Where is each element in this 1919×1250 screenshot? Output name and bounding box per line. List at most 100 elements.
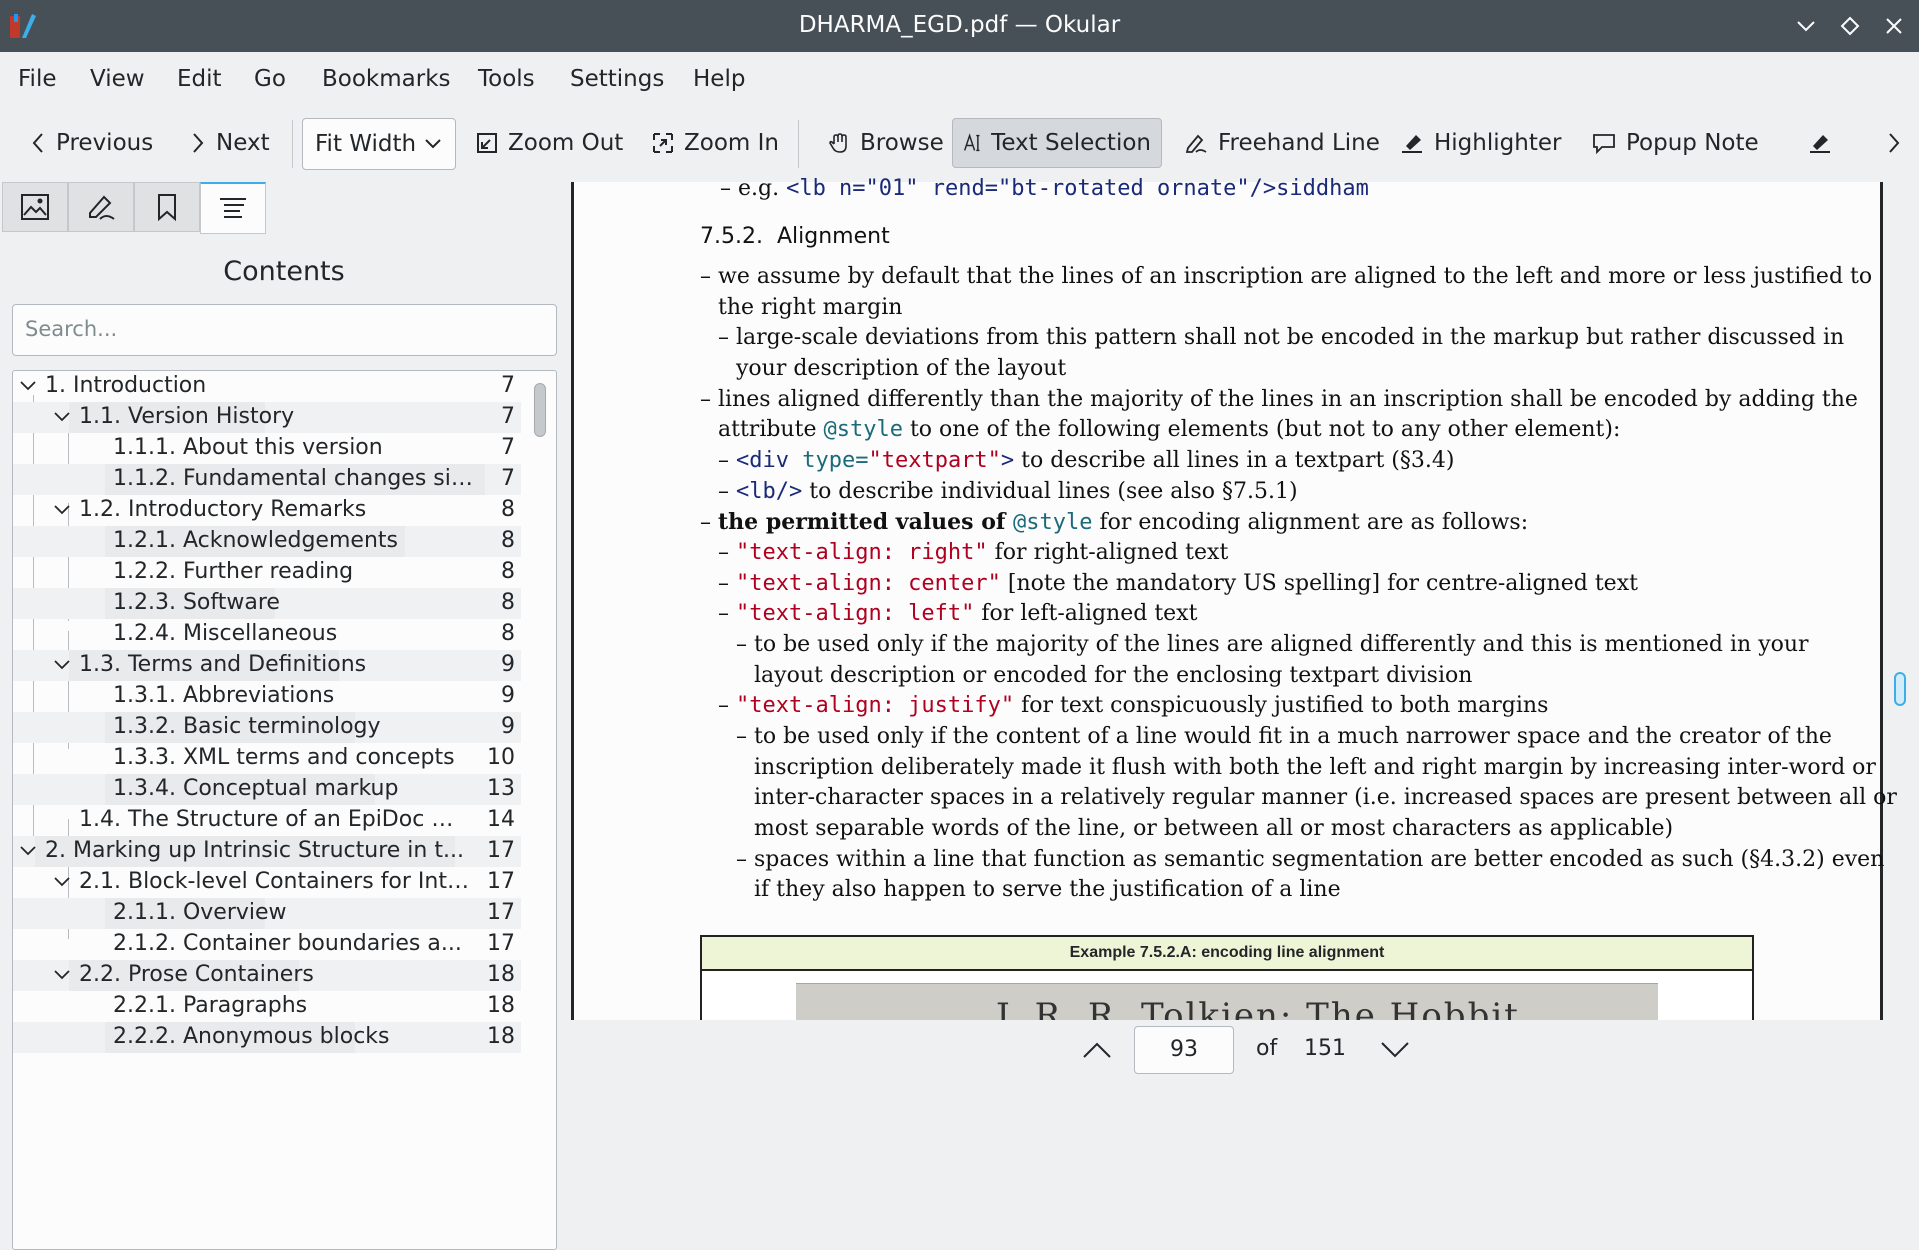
section-heading: 7.5.2. Alignment [700,224,890,249]
toc-item[interactable]: 1.3.2. Basic terminology 9 [13,712,521,743]
doc-line: attribute @style to one of the following… [718,417,1621,442]
example-title: Example 7.5.2.A: encoding line alignment [702,937,1752,971]
chevron-down-icon[interactable] [53,875,71,889]
toc-page: 17 [487,838,515,863]
menu-edit[interactable]: Edit [177,66,222,92]
toc-search-input[interactable]: Search... [12,304,557,356]
toolbar-overflow-button[interactable] [1876,118,1919,168]
table-of-contents: 1. Introduction 7 1.1. Version History 7… [12,370,557,1250]
toc-item[interactable]: 2.1. Block-level Containers for Intr... … [13,867,521,898]
toc-item[interactable]: 2.2.2. Anonymous blocks 18 [13,1022,521,1053]
toolbar-separator [798,120,799,168]
menu-file[interactable]: File [18,66,57,92]
toc-item[interactable]: 1. Introduction 7 [13,371,521,402]
text-selection-button[interactable]: Text Selection [952,118,1162,168]
toc-item[interactable]: 1.4. The Structure of an EpiDoc E... 14 [13,805,521,836]
previous-button[interactable]: Previous [20,118,163,168]
bookmark-icon [158,194,176,221]
page-number-input[interactable]: 93 [1134,1026,1234,1074]
minimize-icon[interactable] [1790,10,1822,42]
doc-line: – "text-align: justify" for text conspic… [718,693,1549,718]
toc-label: 1.2.1. Acknowledgements [113,528,398,553]
tab-contents[interactable] [200,182,266,234]
example-box: Example 7.5.2.A: encoding line alignment… [700,935,1754,1027]
toc-page: 7 [501,435,515,460]
chevron-down-icon[interactable] [53,968,71,982]
menu-help[interactable]: Help [693,66,745,92]
toc-item[interactable]: 1.1. Version History 7 [13,402,521,433]
browse-button[interactable]: Browse [818,118,954,168]
document-scrollbar[interactable] [1894,672,1906,706]
chevron-down-icon[interactable] [19,844,37,858]
freehand-line-button[interactable]: Freehand Line [1174,118,1390,168]
tab-annotations[interactable] [68,182,134,232]
pen-icon [1810,135,1830,153]
toc-label: 2.1.1. Overview [113,900,287,925]
toc-page: 17 [487,931,515,956]
chevron-down-icon[interactable] [53,410,71,424]
toc-item[interactable]: 2.2.1. Paragraphs 18 [13,991,521,1022]
next-label: Next [216,130,270,156]
menu-tools[interactable]: Tools [478,66,535,92]
toc-item[interactable]: 1.2.2. Further reading 8 [13,557,521,588]
chevron-down-icon[interactable] [53,503,71,517]
toc-page: 8 [501,528,515,553]
toc-label: 2.2.2. Anonymous blocks [113,1024,390,1049]
toc-item[interactable]: 1.1.1. About this version 7 [13,433,521,464]
chevron-down-icon[interactable] [53,658,71,672]
doc-line: – to be used only if the majority of the… [736,632,1809,657]
tab-bookmarks[interactable] [134,182,200,232]
menu-view[interactable]: View [90,66,145,92]
toc-item[interactable]: 1.2.4. Miscellaneous 8 [13,619,521,650]
chevron-up-icon[interactable] [1080,1038,1114,1062]
next-button[interactable]: Next [180,118,280,168]
close-icon[interactable] [1878,10,1910,42]
popup-note-label: Popup Note [1626,130,1759,156]
toc-scrollbar[interactable] [534,383,546,437]
toc-label: 1.3.4. Conceptual markup [113,776,399,801]
menu-settings[interactable]: Settings [570,66,664,92]
toc-item[interactable]: 2.1.1. Overview 17 [13,898,521,929]
toc-page: 8 [501,559,515,584]
doc-line: your description of the layout [736,356,1067,381]
menu-go[interactable]: Go [254,66,286,92]
toc-item[interactable]: 1.3.3. XML terms and concepts 10 [13,743,521,774]
toc-item[interactable]: 1.3. Terms and Definitions 9 [13,650,521,681]
zoom-in-button[interactable]: Zoom In [642,118,789,168]
chevron-down-icon[interactable] [19,379,37,393]
doc-line: – spaces within a line that function as … [736,847,1885,872]
chevron-right-icon [193,133,204,153]
annotation-tool-button[interactable] [1798,118,1852,168]
toc-label: 1.1.1. About this version [113,435,383,460]
toc-item[interactable]: 1.2.1. Acknowledgements 8 [13,526,521,557]
toc-label: 2.1.2. Container boundaries a... [113,931,462,956]
tab-thumbnails[interactable] [2,182,68,232]
toc-item[interactable]: 2.1.2. Container boundaries a... 17 [13,929,521,960]
doc-line: – e.g. <lb n="01" rend="bt-rotated ornat… [720,176,1369,201]
toc-item[interactable]: 1.1.2. Fundamental changes sin... 7 [13,464,521,495]
toc-item[interactable]: 2. Marking up Intrinsic Structure in t..… [13,836,521,867]
title-bar: DHARMA_EGD.pdf — Okular [0,0,1919,52]
toc-item[interactable]: 2.2. Prose Containers 18 [13,960,521,991]
toc-item[interactable]: 1.3.1. Abbreviations 9 [13,681,521,712]
toc-item[interactable]: 1.3.4. Conceptual markup 13 [13,774,521,805]
highlighter-label: Highlighter [1434,130,1562,156]
menu-bookmarks[interactable]: Bookmarks [322,66,451,92]
popup-note-button[interactable]: Popup Note [1582,118,1769,168]
window-title: DHARMA_EGD.pdf — Okular [798,12,1121,38]
sidebar: Contents Search... 1. Introduction 7 1.1… [0,182,568,1250]
table-of-contents-icon [220,197,246,218]
toc-label: 1.2.3. Software [113,590,280,615]
highlighter-button[interactable]: Highlighter [1390,118,1571,168]
toc-label: 1.3.2. Basic terminology [113,714,381,739]
toc-page: 8 [501,590,515,615]
maximize-icon[interactable] [1834,10,1866,42]
toc-label: 1.3.1. Abbreviations [113,683,335,708]
freehand-line-label: Freehand Line [1218,130,1380,156]
toc-item[interactable]: 1.2. Introductory Remarks 8 [13,495,521,526]
chevron-down-icon[interactable] [1378,1038,1412,1062]
zoom-out-button[interactable]: Zoom Out [466,118,633,168]
toc-item[interactable]: 1.2.3. Software 8 [13,588,521,619]
toc-page: 18 [487,1024,515,1049]
zoom-select[interactable]: Fit Width [302,118,456,170]
